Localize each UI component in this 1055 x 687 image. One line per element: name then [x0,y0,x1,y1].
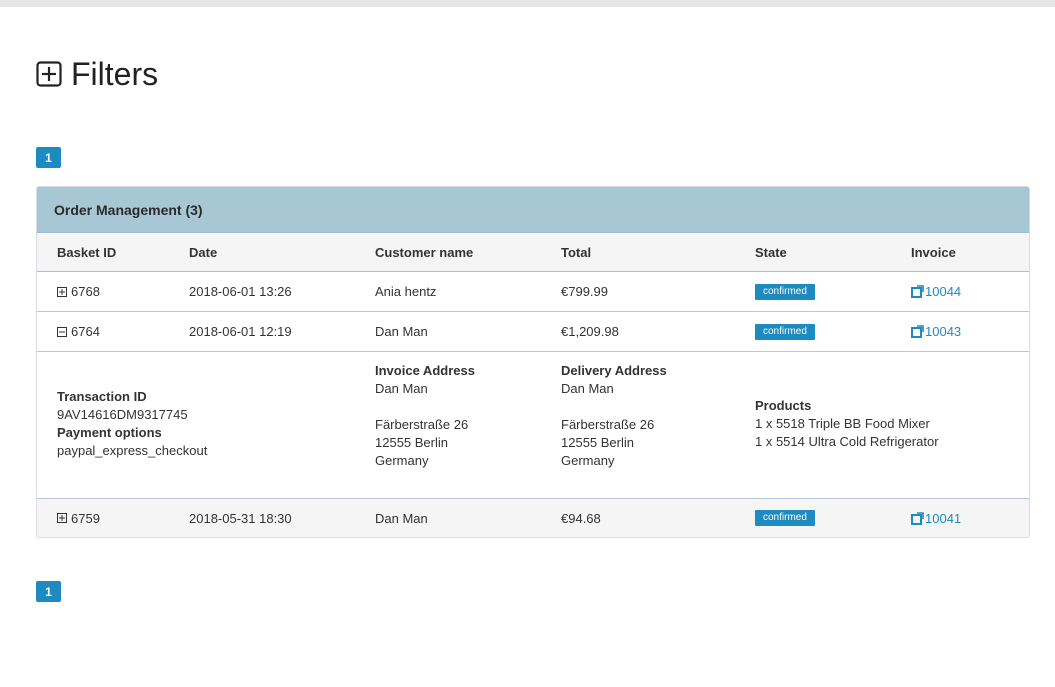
header-invoice: Invoice [911,244,956,260]
minus-square-icon [57,326,67,337]
plus-square-icon [57,286,67,297]
expand-row-toggle[interactable]: 6759 [57,511,100,526]
filters-toggle[interactable]: Filters [36,56,158,92]
invoice-number: 10044 [925,284,962,299]
filters-title: Filters [71,56,159,92]
product-item: 1 x 5514 Ultra Cold Refrigerator [755,434,939,449]
pagination-page-bottom[interactable]: 1 [36,581,61,602]
invoice-link[interactable]: 10043 [911,324,961,339]
delivery-address-country: Germany [561,453,615,468]
header-total: Total [561,244,592,260]
plus-square-icon [57,513,67,523]
panel-title: Order Management (3) [54,201,203,218]
order-details: Transaction ID 9AV14616DM9317745 Payment… [37,352,1029,499]
transaction-id: 9AV14616DM9317745 [57,407,188,422]
transaction-id-label: Transaction ID [57,389,147,404]
order-management-panel: Order Management (3) Basket ID Date Cust… [36,186,1030,538]
basket-id: 6768 [71,284,100,299]
products: Products 1 x 5518 Triple BB Food Mixer 1… [755,397,939,451]
delivery-address-city: 12555 Berlin [561,435,634,450]
invoice-address-name: Dan Man [375,381,428,396]
table-row: 6759 2018-05-31 18:30 Dan Man €94.68 con… [37,499,1029,537]
product-item: 1 x 5518 Triple BB Food Mixer [755,416,930,431]
invoice-address-city: 12555 Berlin [375,435,448,450]
delivery-address-label: Delivery Address [561,363,667,378]
invoice-link[interactable]: 10041 [911,511,961,526]
customer-name: Dan Man [375,324,428,339]
state-badge[interactable]: confirmed [755,323,815,340]
invoice-number: 10041 [925,510,962,526]
header-date: Date [189,244,218,260]
header-customer-name: Customer name [375,244,474,260]
order-date: 2018-06-01 13:26 [189,284,292,299]
invoice-address-label: Invoice Address [375,363,475,378]
external-link-icon [911,285,924,298]
delivery-address-name: Dan Man [561,381,614,396]
customer-name: Ania hentz [375,284,437,299]
table-row: 6764 2018-06-01 12:19 Dan Man €1,209.98 … [37,312,1029,352]
external-link-icon [911,511,924,525]
basket-id: 6764 [71,324,100,339]
invoice-address: Invoice Address Dan Man Färberstraße 26 … [375,362,475,470]
state-badge[interactable]: confirmed [755,283,815,300]
products-label: Products [755,398,812,413]
collapse-row-toggle[interactable]: 6764 [57,324,100,339]
invoice-address-street: Färberstraße 26 [375,417,469,432]
order-date: 2018-05-31 18:30 [189,510,292,526]
panel-header: Order Management (3) [37,187,1029,233]
invoice-number: 10043 [925,324,962,339]
table-header: Basket ID Date Customer name Total State… [37,233,1029,272]
basket-id: 6759 [71,510,100,526]
delivery-address: Delivery Address Dan Man Färberstraße 26… [561,362,667,470]
table-row: 6768 2018-06-01 13:26 Ania hentz €799.99… [37,272,1029,312]
top-bar [0,0,1055,7]
invoice-address-country: Germany [375,453,429,468]
order-total: €1,209.98 [561,324,619,339]
state-badge[interactable]: confirmed [755,510,815,526]
header-basket-id: Basket ID [57,244,117,260]
invoice-link[interactable]: 10044 [911,284,961,299]
external-link-icon [911,325,924,338]
pagination-page-top[interactable]: 1 [36,147,61,168]
plus-square-icon [36,61,62,87]
payment-options-label: Payment options [57,425,162,440]
order-date: 2018-06-01 12:19 [189,324,292,339]
payment-info: Transaction ID 9AV14616DM9317745 Payment… [57,388,207,460]
order-total: €799.99 [561,284,608,299]
payment-option: paypal_express_checkout [57,443,208,458]
header-state: State [755,244,787,260]
expand-row-toggle[interactable]: 6768 [57,284,100,299]
customer-name: Dan Man [375,510,428,526]
delivery-address-street: Färberstraße 26 [561,417,655,432]
order-total: €94.68 [561,510,601,526]
